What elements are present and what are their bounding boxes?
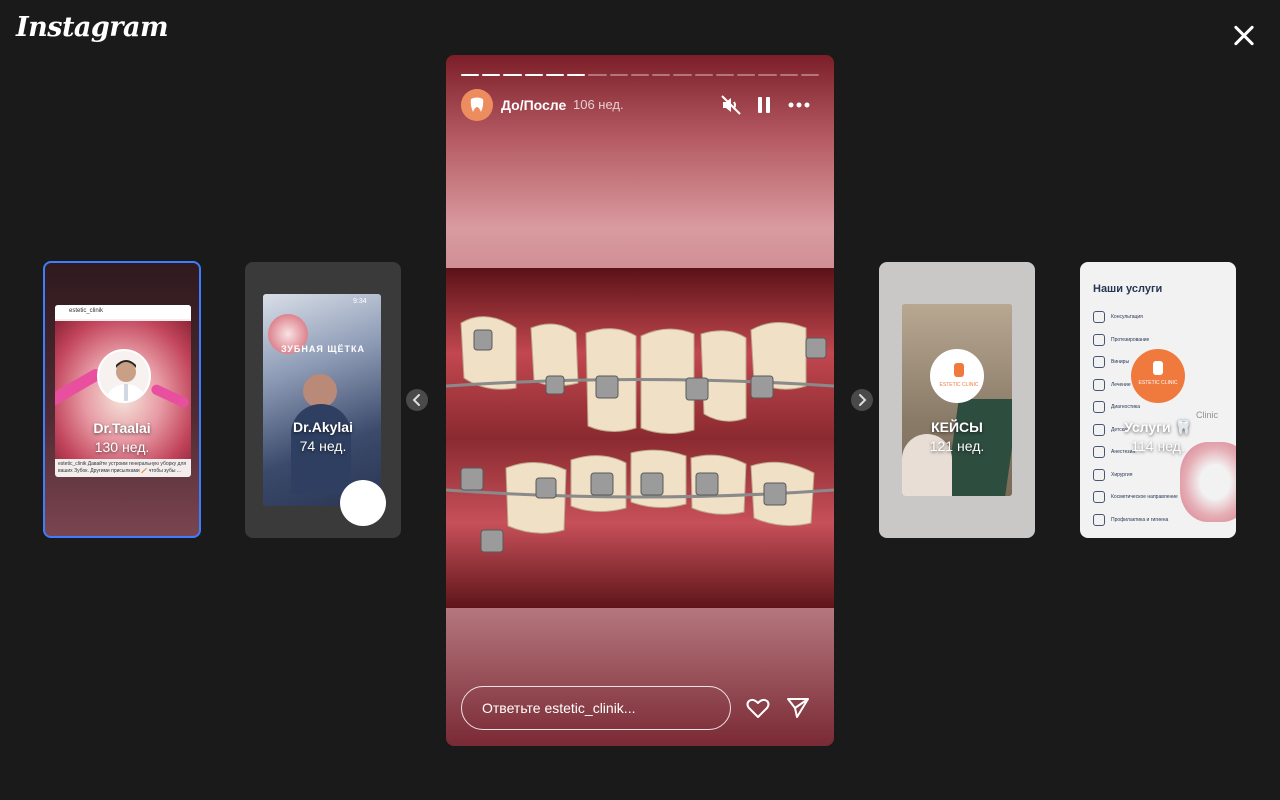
card-time: 130 нед. bbox=[94, 439, 150, 455]
card-time: 74 нед. bbox=[299, 438, 347, 454]
svg-text:ESTETIC CLINIC: ESTETIC CLINIC bbox=[1139, 380, 1178, 386]
highlight-time: 106 нед. bbox=[573, 97, 624, 112]
card-name: КЕЙСЫ bbox=[931, 419, 983, 435]
progress-segment bbox=[609, 74, 628, 76]
progress-segment bbox=[482, 74, 501, 76]
progress-segment bbox=[737, 74, 756, 76]
chevron-right-icon[interactable] bbox=[851, 389, 873, 411]
speaker-muted-icon[interactable] bbox=[719, 93, 743, 117]
story-card-uslugi[interactable]: Наши услуги Консультация Протезирование Ви… bbox=[1080, 262, 1236, 538]
progress-segment bbox=[800, 74, 819, 76]
progress-segment bbox=[503, 74, 522, 76]
chevron-left-icon[interactable] bbox=[406, 389, 428, 411]
story-card-keysy[interactable]: ESTETIC CLINIC КЕЙСЫ 121 нед. bbox=[879, 262, 1035, 538]
preview-caption: estetic_clinik Давайте устроим генеральн… bbox=[58, 461, 187, 474]
highlight-title[interactable]: До/После bbox=[501, 97, 566, 113]
story-header: До/После 106 нед. bbox=[461, 89, 819, 121]
card-name: Dr.Akylai bbox=[293, 419, 353, 435]
highlight-avatar[interactable] bbox=[461, 89, 493, 121]
progress-segment bbox=[779, 74, 798, 76]
preview-header: estetic_clinik bbox=[55, 305, 191, 319]
card-name: Услуги 🦷 bbox=[1124, 419, 1192, 435]
more-horizontal-icon[interactable] bbox=[787, 93, 811, 117]
avatar: ESTETIC CLINIC bbox=[1131, 349, 1185, 403]
card-name: Dr.Taalai bbox=[93, 420, 151, 436]
avatar: ESTETIC CLINIC bbox=[930, 349, 984, 403]
progress-segment bbox=[461, 74, 480, 76]
progress-segment bbox=[715, 74, 735, 76]
avatar-placeholder bbox=[296, 349, 350, 403]
story-card-dr-akylai[interactable]: 9:34 ЗУБНАЯ ЩЁТКА Dr.Akylai 74 нед. 😍 bbox=[245, 262, 401, 538]
progress-segment bbox=[673, 74, 692, 76]
avatar bbox=[97, 349, 151, 403]
pause-icon[interactable] bbox=[752, 93, 776, 117]
progress-segment bbox=[524, 74, 543, 76]
progress-segment bbox=[588, 74, 607, 76]
card-time: 121 нед. bbox=[929, 438, 985, 454]
progress-segment bbox=[630, 74, 650, 76]
progress-segment bbox=[652, 74, 671, 76]
reaction-sticker: 😍 bbox=[340, 480, 386, 526]
story-card-dr-taalai[interactable]: estetic_clinik estetic_clinik Давайте ус… bbox=[43, 261, 201, 538]
close-icon[interactable] bbox=[1228, 20, 1260, 52]
reply-input[interactable]: Ответьте estetic_clinik... bbox=[461, 686, 731, 730]
instagram-logo[interactable]: Instagram bbox=[16, 12, 169, 43]
progress-segment bbox=[545, 74, 565, 76]
story-media-image bbox=[446, 268, 834, 608]
send-icon[interactable] bbox=[785, 695, 811, 721]
svg-text:ESTETIC CLINIC: ESTETIC CLINIC bbox=[940, 382, 979, 388]
progress-segment bbox=[758, 74, 777, 76]
story-progress-bar bbox=[461, 74, 819, 76]
card-time: 114 нед. bbox=[1131, 438, 1185, 454]
heart-icon[interactable] bbox=[745, 695, 771, 721]
progress-segment bbox=[694, 74, 713, 76]
reply-placeholder: Ответьте estetic_clinik... bbox=[482, 700, 636, 716]
preview-time: 9:34 bbox=[353, 298, 367, 305]
story-viewer[interactable]: До/После 106 нед. Ответьте estetic_clini… bbox=[446, 55, 834, 746]
progress-segment bbox=[567, 74, 586, 76]
